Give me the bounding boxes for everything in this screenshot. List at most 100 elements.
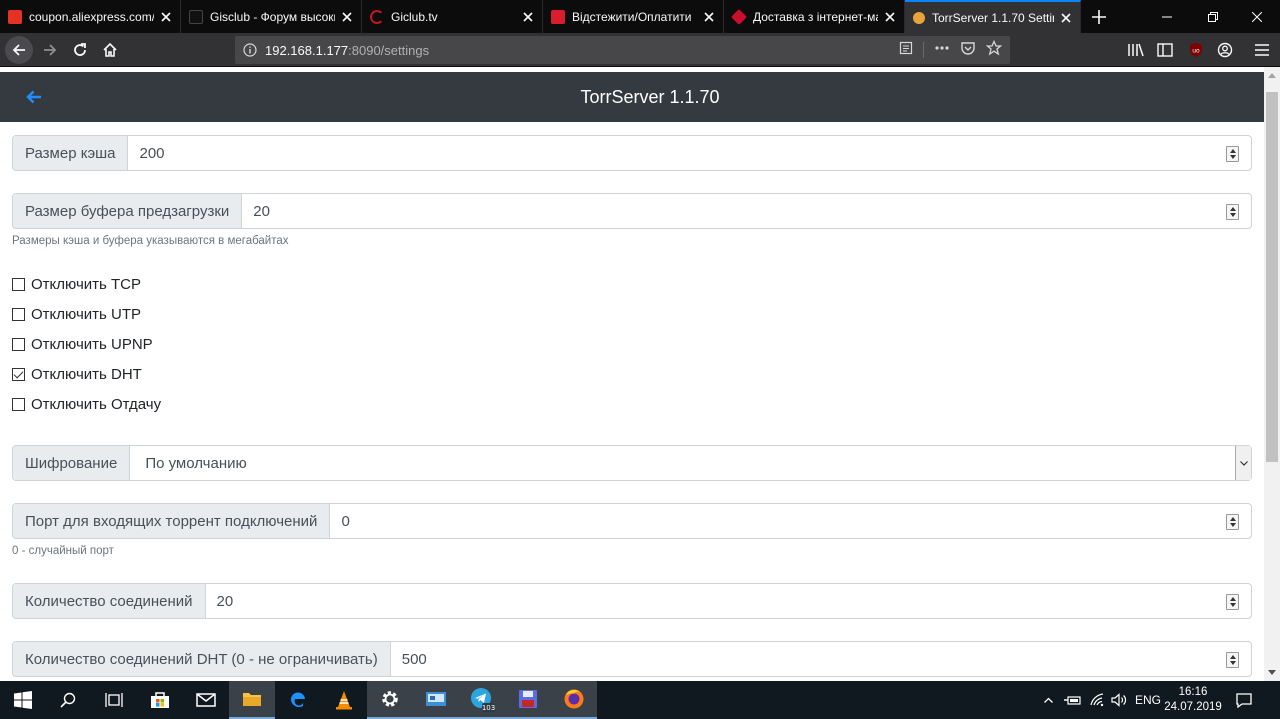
action-center-button[interactable]: [1236, 681, 1252, 719]
checkbox-box[interactable]: [12, 337, 25, 351]
address-bar[interactable]: 192.168.1.177 :8090/settings: [235, 36, 1010, 64]
control-panel-icon: [426, 692, 446, 706]
library-button[interactable]: [1122, 36, 1150, 64]
checkbox-box[interactable]: [12, 397, 25, 411]
search-button[interactable]: [45, 681, 91, 719]
close-tab-icon[interactable]: [882, 9, 898, 25]
save-app-button[interactable]: [505, 681, 551, 719]
settings-button[interactable]: [367, 681, 413, 719]
gear-icon: [382, 691, 398, 707]
number-spinner-icon[interactable]: [1226, 514, 1239, 530]
checkbox-box-checked[interactable]: [12, 367, 25, 381]
checkbox-disable-upload[interactable]: Отключить Отдачу: [12, 395, 161, 413]
browser-tab[interactable]: Доставка з інтернет-маг: [724, 0, 905, 33]
minimize-button[interactable]: [1144, 0, 1190, 33]
dht-connections-input[interactable]: 500: [391, 642, 1251, 676]
number-spinner-icon[interactable]: [1226, 146, 1239, 162]
encryption-select[interactable]: По умолчанию: [130, 446, 1251, 480]
close-tab-icon[interactable]: [520, 9, 536, 25]
scroll-down-icon[interactable]: [1264, 665, 1280, 681]
checkbox-box[interactable]: [12, 307, 25, 321]
start-button[interactable]: [0, 681, 46, 719]
vlc-button[interactable]: [321, 681, 367, 719]
info-icon[interactable]: [235, 43, 265, 57]
browser-tab[interactable]: coupon.aliexpress.com/b: [0, 0, 181, 33]
store-button[interactable]: [137, 681, 183, 719]
plus-icon: [1092, 10, 1106, 24]
svg-text:uo: uo: [1192, 48, 1200, 55]
vlc-cone-icon: [336, 691, 352, 710]
power-tray-icon[interactable]: [1064, 681, 1082, 719]
file-explorer-button[interactable]: [229, 681, 275, 719]
number-spinner-icon[interactable]: [1226, 652, 1239, 668]
checkbox-disable-upnp[interactable]: Отключить UPNP: [12, 335, 153, 353]
browser-tab-active[interactable]: TorrServer 1.1.70 Settings: [905, 0, 1081, 33]
close-tab-icon[interactable]: [158, 9, 174, 25]
checkbox-disable-tcp[interactable]: Отключить TCP: [12, 275, 141, 293]
telegram-button[interactable]: 103: [459, 681, 505, 719]
novaposhta-favicon-icon: [551, 9, 565, 24]
dht-connections-value: 500: [401, 650, 427, 668]
reader-view-icon[interactable]: [899, 41, 913, 60]
tab-title: Giclub.tv: [391, 9, 438, 24]
menu-button[interactable]: [1248, 36, 1276, 64]
checkbox-disable-utp[interactable]: Отключить UTP: [12, 305, 141, 323]
search-icon: [60, 692, 76, 708]
encryption-label: Шифрование: [13, 446, 131, 480]
notification-icon: [1236, 692, 1252, 708]
browser-tab[interactable]: Відстежити/Оплатити: [543, 0, 724, 33]
number-spinner-icon[interactable]: [1226, 204, 1239, 220]
url-path: :8090/settings: [348, 42, 430, 58]
browser-tab[interactable]: Giclub.tv: [362, 0, 543, 33]
new-tab-button[interactable]: [1086, 4, 1112, 30]
close-window-button[interactable]: [1234, 0, 1280, 33]
ublock-button[interactable]: uo: [1182, 36, 1210, 64]
encryption-selected-value: По умолчанию: [145, 454, 247, 472]
tab-title: TorrServer 1.1.70 Settings: [932, 10, 1054, 25]
close-tab-icon[interactable]: [701, 9, 717, 25]
edge-button[interactable]: [275, 681, 321, 719]
show-hidden-icons[interactable]: [1044, 681, 1053, 719]
delivery-favicon-icon: [731, 8, 747, 25]
scroll-up-icon[interactable]: [1264, 67, 1280, 83]
cache-size-input[interactable]: 200: [128, 136, 1251, 170]
page-actions-icon[interactable]: [934, 41, 950, 60]
forward-button[interactable]: [36, 36, 64, 64]
connections-input[interactable]: 20: [206, 584, 1251, 618]
checkbox-disable-dht[interactable]: Отключить DHT: [12, 365, 142, 383]
pocket-icon[interactable]: [960, 41, 976, 60]
scrollbar-thumb[interactable]: [1266, 92, 1278, 462]
close-tab-icon[interactable]: [1058, 10, 1074, 26]
browser-tab[interactable]: Gisclub - Форум высоких: [181, 0, 362, 33]
windows-logo-icon: [14, 691, 32, 709]
restore-button[interactable]: [1190, 0, 1236, 33]
system-clock[interactable]: 16:16 24.07.2019: [1162, 685, 1224, 715]
home-button[interactable]: [96, 36, 124, 64]
windows-taskbar: 103 ENG 16:16 24.07.2019: [0, 681, 1280, 719]
network-tray-icon[interactable]: [1090, 681, 1106, 719]
port-label: Порт для входящих торрент подключений: [13, 504, 331, 538]
mail-button[interactable]: [183, 681, 229, 719]
language-indicator[interactable]: ENG: [1135, 681, 1161, 719]
chevron-down-icon[interactable]: [1235, 446, 1251, 480]
preload-buffer-input[interactable]: 20: [242, 194, 1251, 228]
bookmark-star-icon[interactable]: [985, 39, 1003, 61]
port-input[interactable]: 0: [330, 504, 1251, 538]
dht-connections-group: Количество соединений DHT (0 - не ограни…: [12, 641, 1252, 677]
close-tab-icon[interactable]: [339, 9, 355, 25]
volume-tray-icon[interactable]: [1111, 681, 1127, 719]
checkbox-box[interactable]: [12, 277, 25, 291]
encryption-group: Шифрование По умолчанию: [12, 445, 1252, 481]
control-panel-button[interactable]: [413, 681, 459, 719]
torrserver-favicon-icon: [913, 11, 925, 24]
task-view-icon: [105, 693, 123, 707]
back-button[interactable]: [5, 36, 33, 64]
firefox-button[interactable]: [551, 681, 597, 719]
sidebar-button[interactable]: [1151, 36, 1179, 64]
browser-toolbar: 192.168.1.177 :8090/settings uo: [0, 33, 1280, 67]
account-button[interactable]: [1211, 36, 1239, 64]
reload-button[interactable]: [66, 36, 94, 64]
task-view-button[interactable]: [91, 681, 137, 719]
tab-title: coupon.aliexpress.com/b: [29, 9, 154, 24]
number-spinner-icon[interactable]: [1226, 594, 1239, 610]
